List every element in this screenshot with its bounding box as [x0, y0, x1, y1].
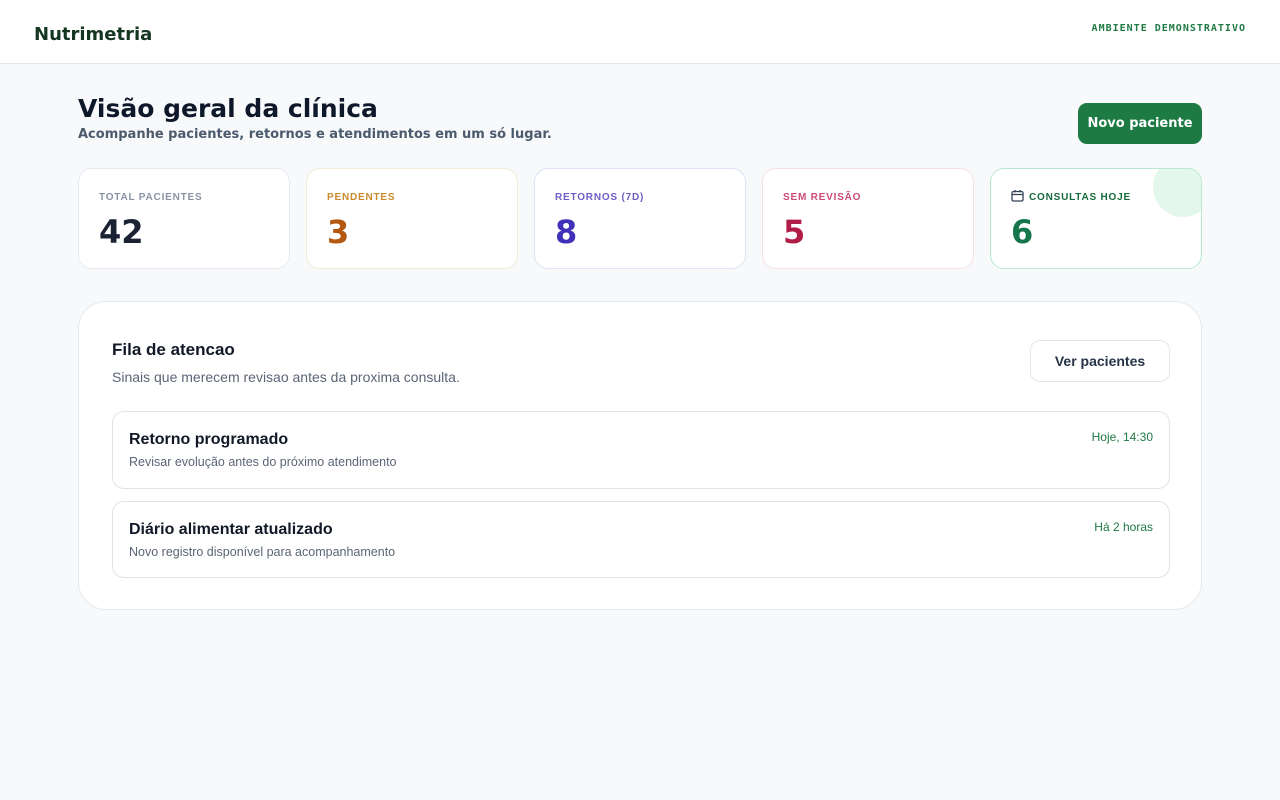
- queue-item-description: Revisar evolução antes do próximo atendi…: [129, 455, 397, 469]
- view-patients-button[interactable]: Ver pacientes: [1030, 340, 1170, 382]
- queue-item-title: Retorno programado: [129, 431, 289, 448]
- queue-item[interactable]: Diário alimentar atualizado Novo registr…: [112, 501, 1170, 578]
- stat-label: RETORNOS (7D): [555, 192, 645, 203]
- attention-queue-panel: Fila de atencao Sinais que merecem revis…: [78, 301, 1202, 610]
- queue-item[interactable]: Retorno programado Revisar evolução ante…: [112, 411, 1170, 489]
- top-bar: Nutrimetria AMBIENTE DEMONSTRATIVO: [0, 0, 1280, 64]
- stat-card-returns-7d[interactable]: RETORNOS (7D) 8: [534, 168, 746, 269]
- calendar-icon: [1011, 189, 1024, 202]
- queue-item-time: Hoje, 14:30: [1091, 430, 1153, 444]
- stat-label: SEM REVISÃO: [783, 192, 862, 203]
- stats-row: TOTAL PACIENTES 42 PENDENTES 3 RETORNOS …: [78, 168, 1202, 269]
- queue-item-description: Novo registro disponível para acompanham…: [129, 545, 396, 559]
- stat-card-total-patients[interactable]: TOTAL PACIENTES 42: [78, 168, 290, 269]
- stat-value: 42: [99, 213, 144, 251]
- page-subtitle: Acompanhe pacientes, retornos e atendime…: [78, 127, 552, 142]
- stat-card-pending[interactable]: PENDENTES 3: [306, 168, 518, 269]
- queue-subtitle: Sinais que merecem revisao antes da prox…: [112, 369, 460, 385]
- decorative-bubble: [1153, 169, 1201, 217]
- page-title: Visão geral da clínica: [78, 94, 378, 123]
- stat-value: 5: [783, 213, 806, 251]
- stat-card-no-review[interactable]: SEM REVISÃO 5: [762, 168, 974, 269]
- queue-item-time: Há 2 horas: [1094, 520, 1153, 534]
- stat-label: PENDENTES: [327, 192, 396, 203]
- queue-item-title: Diário alimentar atualizado: [129, 521, 333, 538]
- stat-value: 8: [555, 213, 578, 251]
- stat-value: 6: [1011, 213, 1034, 251]
- stat-card-consultations-today[interactable]: CONSULTAS HOJE 6: [990, 168, 1202, 269]
- queue-title: Fila de atencao: [112, 340, 235, 359]
- brand-logo[interactable]: Nutrimetria: [34, 24, 152, 45]
- stat-value: 3: [327, 213, 350, 251]
- new-patient-button[interactable]: Novo paciente: [1078, 103, 1202, 144]
- stat-label: TOTAL PACIENTES: [99, 192, 203, 203]
- environment-badge: AMBIENTE DEMONSTRATIVO: [1091, 23, 1246, 34]
- stat-label: CONSULTAS HOJE: [1029, 192, 1131, 203]
